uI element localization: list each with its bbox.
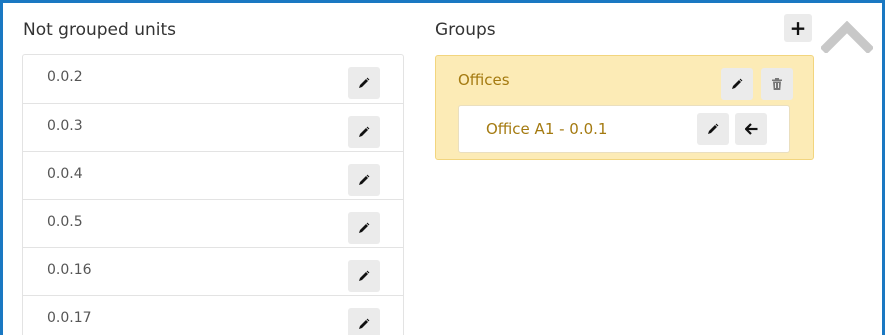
scroll-to-top-button[interactable]	[821, 21, 873, 53]
list-item: 0.0.16	[23, 247, 403, 295]
grouped-unit-item: Office A1 - 0.0.1	[458, 105, 790, 153]
chevron-up-icon	[821, 21, 873, 53]
trash-icon	[772, 78, 782, 90]
delete-group-button[interactable]	[761, 68, 793, 100]
plus-icon: +	[789, 16, 807, 40]
edit-unit-button[interactable]	[348, 164, 380, 196]
list-item: 0.0.17	[23, 295, 403, 335]
edit-grouped-unit-button[interactable]	[697, 113, 729, 145]
unit-label: 0.0.4	[47, 166, 83, 182]
list-item: 0.0.2	[23, 55, 403, 103]
list-item: 0.0.5	[23, 199, 403, 247]
pencil-icon	[358, 174, 370, 186]
edit-group-button[interactable]	[721, 68, 753, 100]
unit-grouping-panel: Not grouped units 0.0.2 0.0.3 0.0.4 0.0.…	[0, 0, 885, 335]
list-item: 0.0.4	[23, 151, 403, 199]
edit-unit-button[interactable]	[348, 212, 380, 244]
unit-label: 0.0.17	[47, 310, 92, 326]
not-grouped-units-list: 0.0.2 0.0.3 0.0.4 0.0.5 0.0.16 0.0.17	[22, 54, 404, 335]
unit-label: 0.0.16	[47, 262, 92, 278]
edit-unit-button[interactable]	[348, 260, 380, 292]
ungroup-unit-button[interactable]	[735, 113, 767, 145]
unit-label: 0.0.5	[47, 214, 83, 230]
unit-label: 0.0.3	[47, 118, 83, 134]
add-group-button[interactable]: +	[784, 14, 812, 42]
not-grouped-units-title: Not grouped units	[23, 20, 177, 40]
pencil-icon	[358, 126, 370, 138]
edit-unit-button[interactable]	[348, 67, 380, 99]
list-item: 0.0.3	[23, 103, 403, 151]
grouped-unit-label: Office A1 - 0.0.1	[486, 120, 608, 138]
groups-title: Groups	[435, 20, 496, 40]
edit-unit-button[interactable]	[348, 308, 380, 335]
pencil-icon	[731, 78, 743, 90]
pencil-icon	[358, 318, 370, 330]
pencil-icon	[707, 123, 719, 135]
group-name: Offices	[458, 71, 510, 89]
edit-unit-button[interactable]	[348, 116, 380, 148]
pencil-icon	[358, 270, 370, 282]
arrow-left-icon	[744, 123, 758, 135]
unit-label: 0.0.2	[47, 69, 83, 85]
pencil-icon	[358, 222, 370, 234]
pencil-icon	[358, 77, 370, 89]
group-card: Offices Office A1 - 0.0.1	[435, 55, 814, 160]
